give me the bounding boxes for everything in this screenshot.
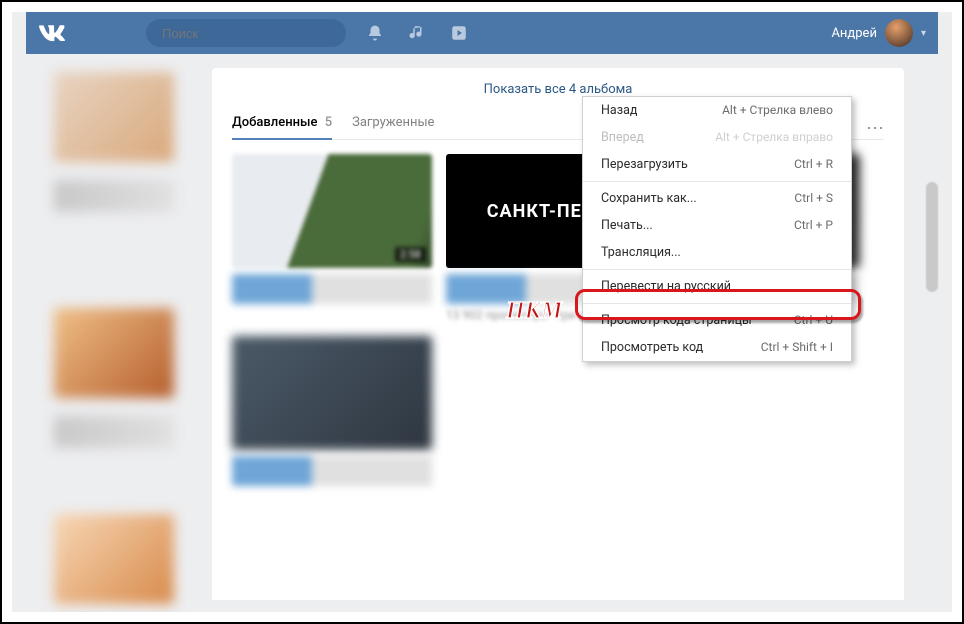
- ctx-inspect[interactable]: Просмотреть кодCtrl + Shift + I: [583, 334, 851, 361]
- play-icon[interactable]: [450, 24, 468, 42]
- user-menu[interactable]: Андрей ▾: [831, 19, 926, 47]
- tab-uploaded[interactable]: Загруженные: [352, 115, 434, 131]
- ctx-cast[interactable]: Трансляция...: [583, 239, 851, 266]
- more-menu-icon[interactable]: ⋯: [866, 118, 884, 139]
- ctx-save-as[interactable]: Сохранить как...Ctrl + S: [583, 185, 851, 212]
- ctx-view-source[interactable]: Просмотр кода страницыCtrl + U: [583, 307, 851, 334]
- username: Андрей: [831, 26, 877, 41]
- scrollbar[interactable]: [926, 182, 938, 292]
- music-icon[interactable]: [408, 24, 426, 42]
- ctx-print[interactable]: Печать...Ctrl + P: [583, 212, 851, 239]
- left-sidebar-blur: [54, 72, 174, 604]
- ctx-back[interactable]: НазадAlt + Стрелка влево: [583, 97, 851, 124]
- ctx-forward: ВпередAlt + Стрелка вправо: [583, 124, 851, 151]
- search-input[interactable]: [162, 26, 338, 41]
- ctx-reload[interactable]: ПерезагрузитьCtrl + R: [583, 151, 851, 178]
- video-thumb: [232, 336, 432, 450]
- top-header: Андрей ▾: [26, 12, 938, 54]
- show-all-albums-link[interactable]: Показать все 4 альбома: [232, 82, 884, 97]
- avatar: [885, 19, 913, 47]
- tab-added[interactable]: Добавленные 5: [232, 115, 332, 140]
- video-title-blur: [232, 274, 432, 304]
- video-duration: 2:58: [395, 247, 426, 262]
- annotation-pkm: ПКМ: [506, 298, 562, 325]
- bell-icon[interactable]: [366, 24, 384, 42]
- video-thumb: 2:58: [232, 154, 432, 268]
- chevron-down-icon: ▾: [921, 28, 926, 39]
- video-item[interactable]: [232, 336, 432, 486]
- video-item[interactable]: 2:58: [232, 154, 432, 322]
- vk-logo[interactable]: [38, 19, 66, 47]
- video-title-blur: [232, 456, 432, 486]
- context-menu: НазадAlt + Стрелка влево ВпередAlt + Стр…: [582, 96, 852, 362]
- ctx-translate[interactable]: Перевести на русский: [583, 273, 851, 300]
- search-box[interactable]: [146, 19, 346, 47]
